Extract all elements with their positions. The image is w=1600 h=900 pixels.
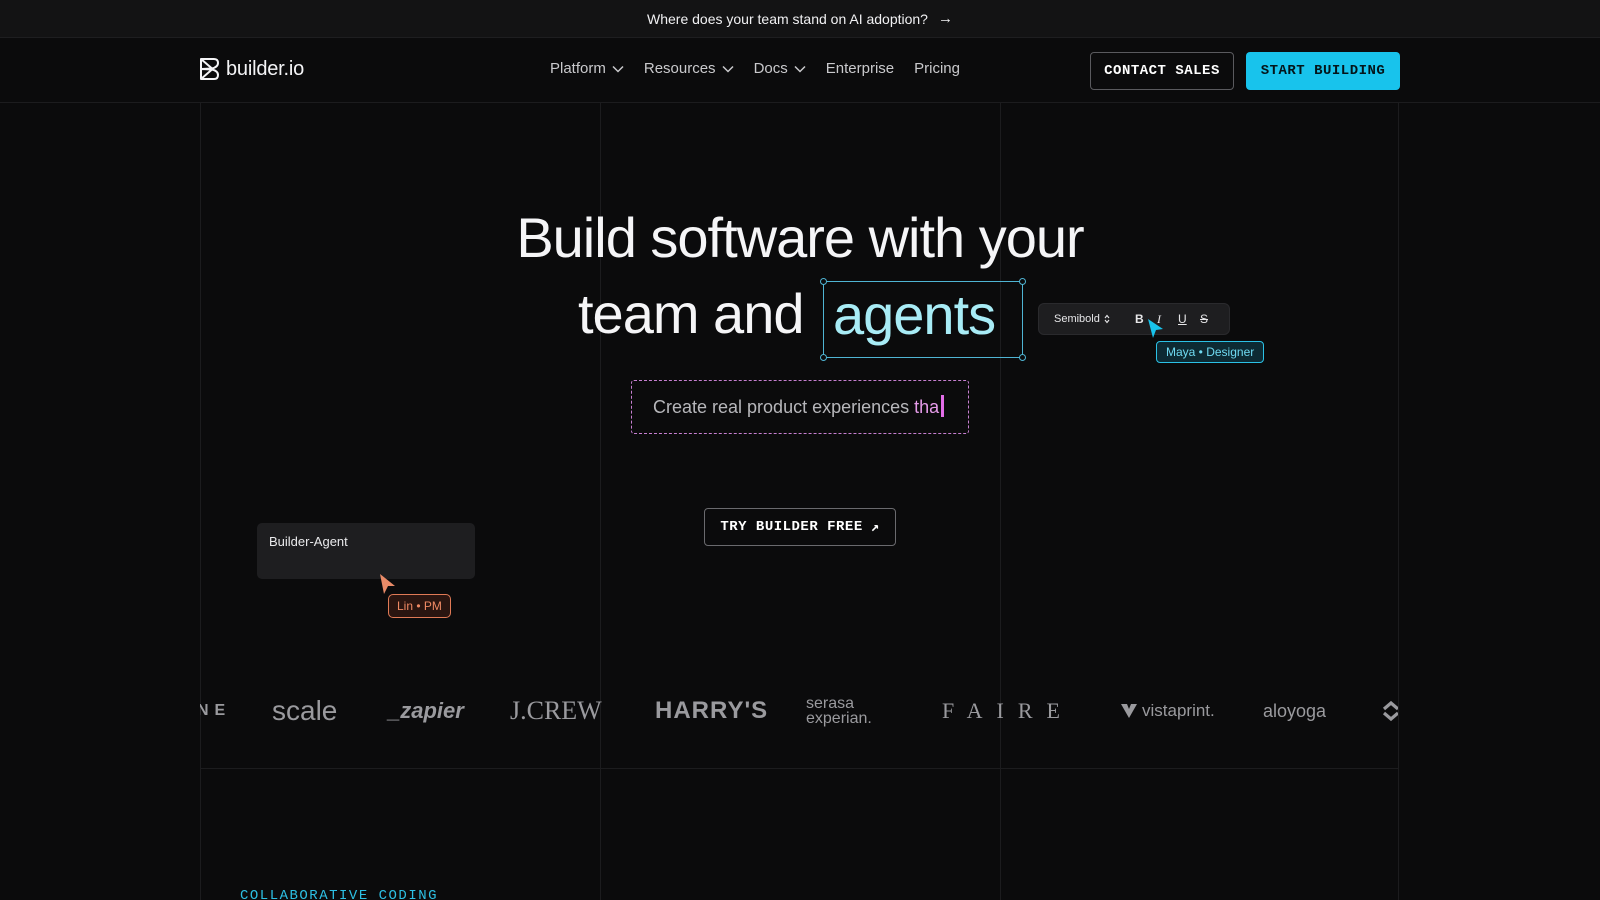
- grid-line: [200, 768, 1398, 769]
- logo-serasa-experian: serasa experian.: [806, 695, 872, 727]
- logo[interactable]: builder.io: [198, 57, 304, 81]
- chevron-logo-icon: [1382, 690, 1398, 732]
- selected-text-box[interactable]: agents: [820, 278, 1026, 361]
- designer-cursor-icon: [1148, 319, 1163, 338]
- menu-item-label: Pricing: [914, 60, 960, 77]
- designer-presence-tag: Maya • Designer: [1156, 341, 1265, 363]
- pm-cursor-icon: [380, 574, 395, 594]
- chevron-down-icon: [612, 65, 624, 73]
- menu-item-label: Resources: [643, 60, 716, 77]
- resize-handle[interactable]: [1019, 278, 1026, 285]
- menu-item-label: Platform: [550, 60, 606, 77]
- logo-vistaprint: vistaprint.: [1120, 690, 1215, 732]
- underline-button[interactable]: U: [1178, 312, 1187, 326]
- agent-card[interactable]: Builder-Agent: [257, 523, 475, 579]
- logo-vistaprint-text: vistaprint.: [1142, 701, 1215, 720]
- subline-text: Create real product experiences tha: [653, 395, 945, 418]
- menu-item-pricing[interactable]: Pricing: [914, 60, 960, 77]
- font-weight-select[interactable]: Semibold: [1054, 313, 1110, 325]
- arrow-up-right-icon: ↗: [870, 519, 880, 536]
- logo-jcrew: J.CREW: [510, 696, 602, 725]
- builder-logo-icon: [200, 58, 219, 80]
- subline-static: Create real product experiences: [653, 397, 910, 417]
- chevron-down-icon: [794, 65, 806, 73]
- strikethrough-button[interactable]: S: [1200, 312, 1208, 326]
- logo-zapier: _zapier: [388, 698, 464, 723]
- section-kicker: COLLABORATIVE CODING: [240, 888, 439, 900]
- logo-partial: NE: [200, 702, 232, 719]
- logo-aloyoga: aloyoga: [1263, 700, 1327, 721]
- navbar: builder.io Platform Resources Docs Enter…: [0, 38, 1600, 103]
- menu-item-resources[interactable]: Resources: [644, 60, 734, 77]
- announcement-bar[interactable]: Where does your team stand on AI adoptio…: [0, 0, 1600, 38]
- editable-subline[interactable]: Create real product experiences tha: [631, 380, 969, 434]
- try-builder-free-button[interactable]: TRY BUILDER FREE ↗: [704, 508, 896, 546]
- arrow-right-icon: →: [937, 10, 953, 27]
- chevron-down-icon: [722, 65, 734, 73]
- logo-faire: FAIRE: [942, 698, 1074, 723]
- contact-sales-button[interactable]: CONTACT SALES: [1090, 52, 1234, 90]
- main-menu: Platform Resources Docs Enterprise Prici…: [550, 60, 960, 77]
- bold-button[interactable]: B: [1135, 312, 1144, 326]
- sort-arrows-icon: [1104, 314, 1110, 324]
- customer-logo-strip: NE scale _zapier J.CREW HARRY'S serasa e…: [200, 690, 1398, 732]
- start-building-button[interactable]: START BUILDING: [1246, 52, 1400, 90]
- subline-typed: tha: [914, 397, 940, 417]
- menu-item-enterprise[interactable]: Enterprise: [826, 60, 894, 77]
- logo-text: builder.io: [226, 57, 305, 80]
- text-caret: [941, 395, 945, 417]
- menu-item-docs[interactable]: Docs: [754, 60, 806, 77]
- agent-card-label: Builder-Agent: [269, 534, 348, 549]
- vistaprint-mark-icon: [1121, 704, 1137, 718]
- hero-title-line-1: Build software with your: [516, 206, 1084, 269]
- menu-item-label: Enterprise: [825, 60, 895, 77]
- highlight-word: agents: [833, 283, 996, 346]
- logo-harrys: HARRY'S: [655, 697, 769, 724]
- text-format-toolbar: Semibold B I U S: [1038, 303, 1230, 335]
- announcement-text[interactable]: Where does your team stand on AI adoptio…: [647, 11, 928, 27]
- pm-presence-tag: Lin • PM: [388, 594, 451, 618]
- logo-scale: scale: [272, 695, 338, 726]
- resize-handle[interactable]: [820, 354, 827, 361]
- menu-item-label: Docs: [753, 60, 788, 77]
- try-builder-label: TRY BUILDER FREE: [720, 519, 863, 535]
- menu-item-platform[interactable]: Platform: [550, 60, 624, 77]
- resize-handle[interactable]: [820, 278, 827, 285]
- resize-handle[interactable]: [1019, 354, 1026, 361]
- font-weight-value: Semibold: [1054, 313, 1100, 325]
- page: Where does your team stand on AI adoptio…: [0, 0, 1600, 900]
- hero-title-line-2: team and: [578, 282, 804, 345]
